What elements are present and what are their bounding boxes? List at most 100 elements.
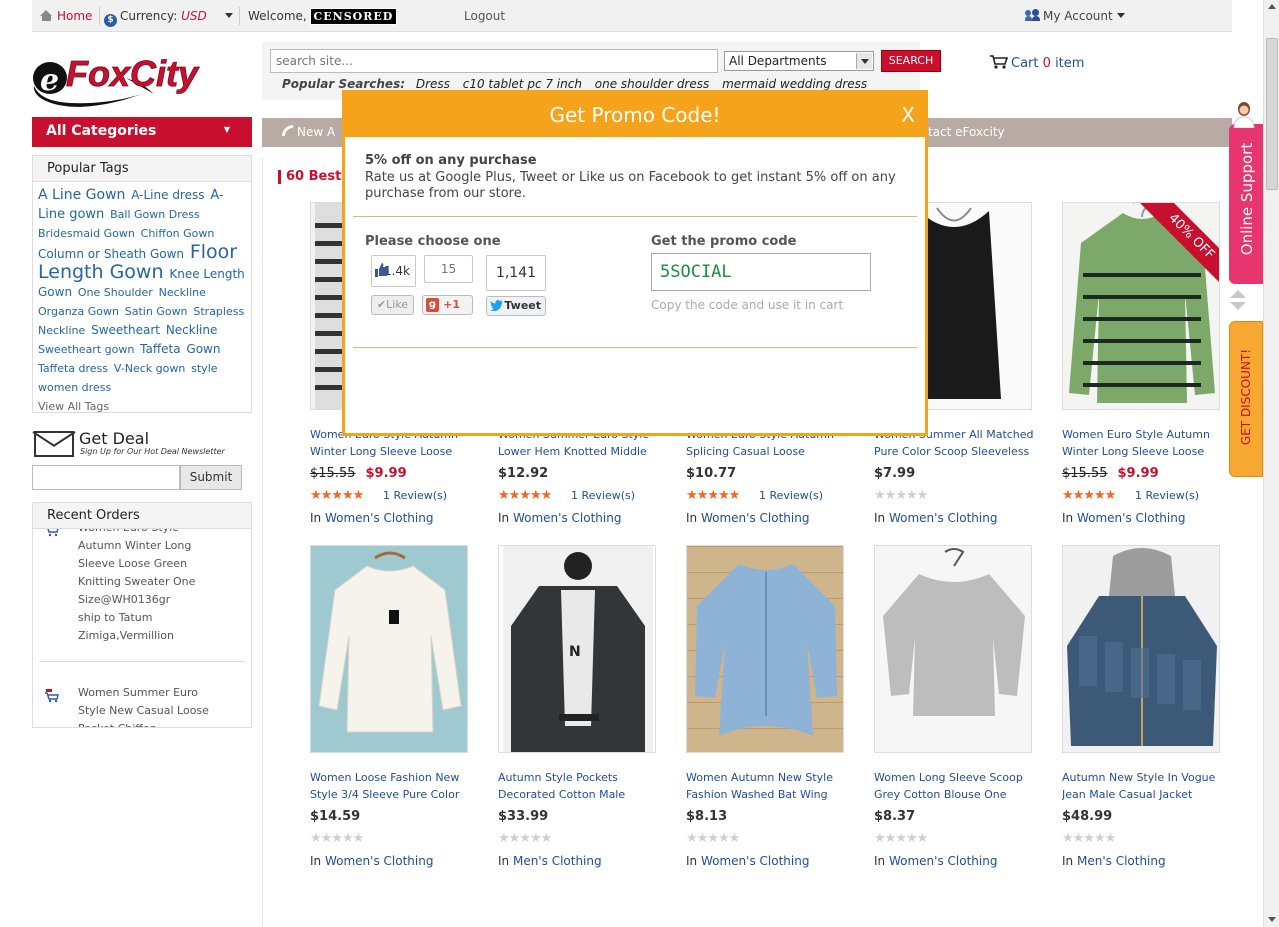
view-all-tags-link[interactable]: View All Tags	[38, 398, 246, 416]
search-input[interactable]	[270, 49, 718, 73]
tag-link[interactable]: One Shoulder	[78, 286, 153, 299]
search-button[interactable]: SEARCH	[881, 50, 941, 72]
tag-link[interactable]: Sweetheart gown	[38, 343, 134, 356]
get-discount-tab[interactable]: GET DISCOUNT!	[1229, 321, 1263, 477]
currency-selector[interactable]: $ Currency: USD	[104, 9, 233, 27]
product-name[interactable]: Women Loose Fashion New Style 3/4 Sleeve…	[310, 769, 485, 803]
popular-search-link[interactable]: Dress	[416, 77, 450, 91]
recent-order-line: Style New Casual Loose	[78, 704, 209, 717]
online-support-label: Online Support	[1238, 142, 1256, 256]
reviews-link[interactable]: 1 Review(s)	[571, 489, 635, 502]
tag-link[interactable]: Gown	[186, 342, 220, 356]
product-price: $15.55 $9.99	[310, 466, 407, 481]
tag-link[interactable]: Taffeta dress	[38, 362, 108, 375]
home-link[interactable]: Home	[40, 9, 92, 23]
cart-count[interactable]: 0	[1043, 56, 1051, 71]
reviews-link[interactable]: 1 Review(s)	[1135, 489, 1199, 502]
nav-item-new-arrivals[interactable]: New A	[282, 125, 335, 139]
newsletter-submit-button[interactable]: Submit	[180, 465, 242, 490]
online-support-tab[interactable]: Online Support	[1229, 124, 1263, 284]
category-link[interactable]: Women's Clothing	[701, 511, 809, 525]
tag-link[interactable]: A Line Gown	[38, 187, 125, 203]
my-account-menu[interactable]: My Account	[1025, 9, 1125, 23]
star-icon: ★	[884, 488, 897, 503]
chevron-down-icon[interactable]	[856, 53, 872, 69]
tag-link[interactable]: Taffeta	[140, 342, 180, 356]
divider	[99, 7, 100, 25]
product-name[interactable]: Autumn Style Pockets Decorated Cotton Ma…	[498, 769, 673, 803]
star-icon: ★	[540, 488, 553, 503]
efoxcity-logo[interactable]: e FoxCity	[30, 48, 230, 110]
category-prefix: In	[498, 854, 510, 868]
department-select[interactable]: All Departments	[724, 51, 874, 71]
promo-code-field[interactable]	[651, 253, 871, 291]
cart-link[interactable]: Cart 0 item	[990, 55, 1084, 71]
cart-label[interactable]: Cart	[1011, 56, 1039, 71]
category-link[interactable]: Women's Clothing	[701, 854, 809, 868]
tag-link[interactable]: Column or Sheath Gown	[38, 247, 184, 261]
star-icon: ★	[1062, 831, 1074, 846]
popular-search-link[interactable]: c10 tablet pc 7 inch	[463, 77, 582, 91]
product-image[interactable]	[310, 545, 468, 753]
category-link[interactable]: Women's Clothing	[1077, 511, 1185, 525]
top-bar: Home $ Currency: USD Welcome, CENSORED Lo…	[32, 0, 1232, 32]
tag-link[interactable]: Sweetheart	[91, 323, 160, 337]
product-name[interactable]: Autumn New Style In Vogue Jean Male Casu…	[1062, 769, 1237, 803]
newsletter-email-input[interactable]	[32, 465, 180, 490]
scrollbar-thumb[interactable]	[1266, 38, 1278, 190]
product-image[interactable]	[874, 545, 1032, 753]
category-link[interactable]: Men's Clothing	[1077, 854, 1166, 868]
divider	[239, 7, 240, 25]
product-category: In Men's Clothing	[498, 854, 602, 868]
all-categories-button[interactable]: All Categories ▼	[32, 117, 252, 147]
tag-link[interactable]: Ball Gown Dress	[110, 208, 200, 221]
close-icon[interactable]: X	[901, 93, 915, 137]
tag-link[interactable]: Bridesmaid Gown	[38, 227, 135, 240]
category-link[interactable]: Women's Clothing	[513, 511, 621, 525]
thumbs-up-icon	[375, 263, 389, 277]
tag-link[interactable]: Organza Gown	[38, 305, 119, 318]
tag-link[interactable]: A-Line dress	[131, 188, 204, 202]
product-image[interactable]	[1062, 545, 1220, 753]
logout-link[interactable]: Logout	[464, 9, 505, 23]
category-link[interactable]: Women's Clothing	[325, 854, 433, 868]
product-image[interactable]	[686, 545, 844, 753]
tag-link[interactable]: Neckline	[159, 286, 206, 299]
product-category: In Women's Clothing	[1062, 511, 1185, 525]
recent-order-item[interactable]: Women Summer Euro Style New Casual Loose P…	[78, 684, 218, 727]
vertical-scrollbar[interactable]	[1263, 0, 1279, 927]
scroll-arrows-icon[interactable]	[1229, 289, 1247, 311]
facebook-like-button[interactable]: ✔Like	[371, 295, 414, 315]
star-icon: ★	[352, 831, 365, 846]
google-plus-label: +1	[443, 298, 460, 311]
popular-search-link[interactable]: one shoulder dress	[595, 77, 709, 91]
category-link[interactable]: Women's Clothing	[889, 854, 997, 868]
reviews-link[interactable]: 1 Review(s)	[759, 489, 823, 502]
recent-order-item[interactable]: Women Euro StyleAutumn Winter LongSleeve…	[78, 519, 218, 645]
product-name[interactable]: Women Autumn New Style Fashion Washed Ba…	[686, 769, 861, 803]
star-icon: ★	[728, 831, 741, 846]
product-image[interactable]: 40% OFF	[1062, 202, 1220, 410]
product-name[interactable]: Women Euro Style Autumn Winter Long Slee…	[1062, 426, 1237, 460]
tweet-button[interactable]: Tweet	[486, 296, 546, 316]
category-link[interactable]: Women's Clothing	[889, 511, 997, 525]
tag-link[interactable]: V-Neck gown	[114, 362, 185, 375]
tag-link[interactable]: Satin Gown	[125, 305, 188, 318]
tag-link[interactable]: Chiffon Gown	[141, 227, 215, 240]
recent-order-line: Zimiga,Vermillion	[78, 629, 174, 642]
product-name[interactable]: Women Long Sleeve Scoop Grey Cotton Blou…	[874, 769, 1049, 803]
offer-text: Rate us at Google Plus, Tweet or Like us…	[365, 170, 896, 201]
star-icon: ★	[508, 831, 521, 846]
product-image[interactable]: N	[498, 545, 656, 753]
category-link[interactable]: Men's Clothing	[513, 854, 602, 868]
scroll-down-icon[interactable]	[1268, 917, 1276, 922]
nav-item-contact[interactable]: tact eFoxcity	[928, 125, 1005, 139]
google-plus-button[interactable]: g +1	[422, 295, 473, 315]
scroll-up-icon[interactable]	[1268, 4, 1276, 9]
popular-search-link[interactable]: mermaid wedding dress	[722, 77, 867, 91]
reviews-link[interactable]: 1 Review(s)	[383, 489, 447, 502]
home-label[interactable]: Home	[57, 9, 92, 23]
tag-link[interactable]: Neckline	[166, 323, 218, 337]
category-link[interactable]: Women's Clothing	[325, 511, 433, 525]
cart-suffix[interactable]: item	[1055, 56, 1084, 71]
